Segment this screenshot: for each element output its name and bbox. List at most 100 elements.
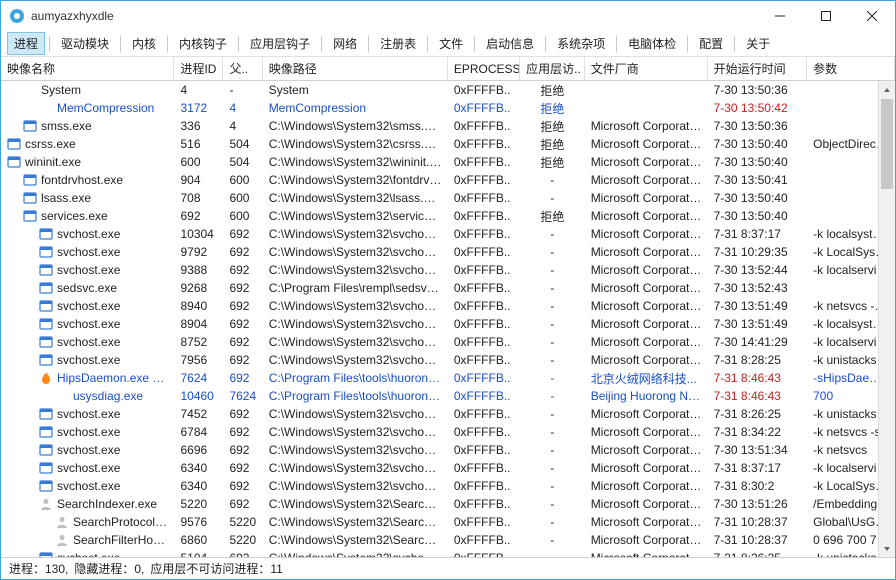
scroll-down-arrow[interactable] — [879, 540, 895, 557]
column-header-8[interactable]: 参数 — [807, 57, 895, 80]
menu-item-8[interactable]: 启动信息 — [479, 32, 541, 55]
cell: 拒绝 — [520, 82, 585, 99]
table-row[interactable]: wininit.exe600504C:\Windows\System32\win… — [1, 153, 895, 171]
table-row[interactable]: smss.exe3364C:\Windows\System32\smss.exe… — [1, 117, 895, 135]
cell: 692 — [223, 407, 262, 421]
cell: C:\Windows\System32\svchost.exe — [263, 425, 448, 439]
menu-item-1[interactable]: 驱动模块 — [54, 32, 116, 55]
cell: C:\Windows\System32\SearchFilte.. — [263, 533, 448, 547]
table-row[interactable]: svchost.exe8940692C:\Windows\System32\sv… — [1, 297, 895, 315]
table-row[interactable]: sedsvc.exe9268692C:\Program Files\rempl\… — [1, 279, 895, 297]
table-row[interactable]: services.exe692600C:\Windows\System32\se… — [1, 207, 895, 225]
cell: - — [520, 371, 585, 385]
cell: Microsoft Corporation — [585, 227, 708, 241]
table-row[interactable]: svchost.exe10304692C:\Windows\System32\s… — [1, 225, 895, 243]
table-row[interactable]: svchost.exe6340692C:\Windows\System32\sv… — [1, 459, 895, 477]
process-name: svchost.exe — [57, 335, 120, 349]
menu-item-6[interactable]: 注册表 — [373, 32, 423, 55]
menu-item-9[interactable]: 系统杂项 — [550, 32, 612, 55]
column-header-2[interactable]: 父.. — [223, 57, 262, 80]
table-row[interactable]: svchost.exe9388692C:\Windows\System32\sv… — [1, 261, 895, 279]
table-row[interactable]: HipsDaemon.exe *327624692C:\Program File… — [1, 369, 895, 387]
table-row[interactable]: usysdiag.exe104607624C:\Program Files\to… — [1, 387, 895, 405]
app-icon — [9, 8, 25, 24]
table-row[interactable]: SearchIndexer.exe5220692C:\Windows\Syste… — [1, 495, 895, 513]
process-icon — [39, 263, 53, 277]
cell: Microsoft Corporation — [585, 317, 708, 331]
table-row[interactable]: svchost.exe8904692C:\Windows\System32\sv… — [1, 315, 895, 333]
table-row[interactable]: svchost.exe6696692C:\Windows\System32\sv… — [1, 441, 895, 459]
cell: 0xFFFFB.. — [448, 245, 520, 259]
cell: 7-31 10:28:37 — [708, 515, 808, 529]
cell: - — [520, 227, 585, 241]
process-name: svchost.exe — [57, 299, 120, 313]
cell: - — [520, 479, 585, 493]
menu-item-4[interactable]: 应用层钩子 — [243, 32, 317, 55]
cell: 0xFFFFB.. — [448, 497, 520, 511]
table-row[interactable]: svchost.exe7452692C:\Windows\System32\sv… — [1, 405, 895, 423]
cell: Microsoft Corporation — [585, 299, 708, 313]
cell: Microsoft Corporation — [585, 533, 708, 547]
cell: 0xFFFFB.. — [448, 299, 520, 313]
process-icon — [23, 173, 37, 187]
process-name: HipsDaemon.exe *32 — [57, 371, 170, 385]
table-row[interactable]: svchost.exe6340692C:\Windows\System32\sv… — [1, 477, 895, 495]
cell: 10460 — [174, 389, 223, 403]
cell: 7-31 8:46:43 — [708, 371, 808, 385]
table-row[interactable]: SearchProtocolH..95765220C:\Windows\Syst… — [1, 513, 895, 531]
cell: - — [520, 317, 585, 331]
menu-item-10[interactable]: 电脑体检 — [621, 32, 683, 55]
column-header-5[interactable]: 应用层访.. — [520, 57, 585, 80]
menu-item-0[interactable]: 进程 — [7, 32, 45, 55]
column-header-1[interactable]: 进程ID — [174, 57, 223, 80]
cell: 0xFFFFB.. — [448, 389, 520, 403]
cell: C:\Windows\System32\svchost.exe — [263, 407, 448, 421]
close-button[interactable] — [849, 1, 895, 31]
column-header-6[interactable]: 文件厂商 — [585, 57, 708, 80]
table-row[interactable]: lsass.exe708600C:\Windows\System32\lsass… — [1, 189, 895, 207]
cell: 7-31 8:46:43 — [708, 389, 808, 403]
scroll-thumb[interactable] — [881, 99, 893, 189]
cell: 5104 — [174, 551, 223, 557]
menu-item-7[interactable]: 文件 — [432, 32, 470, 55]
scroll-up-arrow[interactable] — [879, 81, 895, 98]
column-header-0[interactable]: 映像名称 — [1, 57, 174, 80]
table-row[interactable]: fontdrvhost.exe904600C:\Windows\System32… — [1, 171, 895, 189]
cell: Microsoft Corporation — [585, 173, 708, 187]
menu-item-3[interactable]: 内核钩子 — [172, 32, 234, 55]
table-row[interactable]: svchost.exe9792692C:\Windows\System32\sv… — [1, 243, 895, 261]
minimize-button[interactable] — [757, 1, 803, 31]
table-row[interactable]: System4-System0xFFFFB..拒绝7-30 13:50:36 — [1, 81, 895, 99]
menu-item-11[interactable]: 配置 — [692, 32, 730, 55]
table-row[interactable]: svchost.exe7956692C:\Windows\System32\sv… — [1, 351, 895, 369]
cell: 7-30 13:50:40 — [708, 137, 808, 151]
vertical-scrollbar[interactable] — [878, 81, 895, 557]
menu-item-2[interactable]: 内核 — [125, 32, 163, 55]
column-header-4[interactable]: EPROCESS — [448, 57, 520, 80]
cell: 7-30 13:50:36 — [708, 83, 808, 97]
process-table-body[interactable]: System4-System0xFFFFB..拒绝7-30 13:50:36Me… — [1, 81, 895, 557]
titlebar[interactable]: aumyazxhyxdle — [1, 1, 895, 31]
table-row[interactable]: svchost.exe6784692C:\Windows\System32\sv… — [1, 423, 895, 441]
cell: Microsoft Corporation — [585, 407, 708, 421]
cell: 4 — [223, 101, 262, 115]
cell: 3172 — [174, 101, 223, 115]
table-row[interactable]: MemCompression31724MemCompression0xFFFFB… — [1, 99, 895, 117]
menu-item-5[interactable]: 网络 — [326, 32, 364, 55]
table-row[interactable]: csrss.exe516504C:\Windows\System32\csrss… — [1, 135, 895, 153]
process-icon — [39, 407, 53, 421]
cell: 7-30 13:52:44 — [708, 263, 808, 277]
process-icon — [39, 299, 53, 313]
menu-item-12[interactable]: 关于 — [739, 32, 777, 55]
column-header-3[interactable]: 映像路径 — [263, 57, 448, 80]
table-row[interactable]: svchost.exe5104692C:\Windows\System32\sv… — [1, 549, 895, 557]
cell: C:\Windows\System32\wininit.exe — [263, 155, 448, 169]
status-noaccess-count: 应用层不可访问进程：11 — [150, 560, 282, 577]
table-row[interactable]: SearchFilterHost..68605220C:\Windows\Sys… — [1, 531, 895, 549]
cell: - — [520, 245, 585, 259]
maximize-button[interactable] — [803, 1, 849, 31]
table-row[interactable]: svchost.exe8752692C:\Windows\System32\sv… — [1, 333, 895, 351]
cell: 0xFFFFB.. — [448, 407, 520, 421]
cell: 7-30 13:50:40 — [708, 155, 808, 169]
column-header-7[interactable]: 开始运行时间 — [708, 57, 808, 80]
